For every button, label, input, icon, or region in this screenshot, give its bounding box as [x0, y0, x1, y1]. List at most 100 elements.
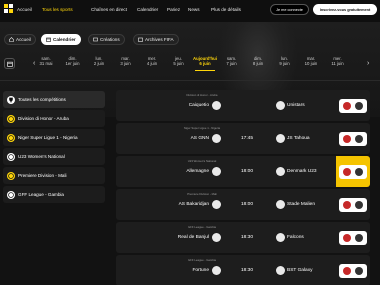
- date-item[interactable]: mer. 4 juin: [139, 56, 165, 66]
- login-button[interactable]: Je me connecte: [270, 4, 309, 15]
- soccer-ball-icon: [7, 171, 15, 180]
- nav-item-news[interactable]: News: [188, 7, 200, 12]
- home-team: Real de Banjul: [177, 235, 209, 240]
- tab-label: Accueil: [16, 37, 31, 42]
- date-item[interactable]: mar. 10 juin: [298, 56, 324, 66]
- team-badge-icon: [343, 233, 351, 242]
- date-item[interactable]: mer. 11 juin: [325, 56, 351, 66]
- promo-card: [339, 230, 367, 245]
- tab-creations[interactable]: Créations: [88, 34, 125, 45]
- team-badge-icon: [355, 101, 363, 110]
- away-team: Unistars: [287, 103, 305, 108]
- date-item[interactable]: dim. 1er juin: [60, 56, 86, 66]
- match-promo-thumbnail[interactable]: [336, 189, 370, 220]
- date-item[interactable]: Aujourd'hui 6 juin: [192, 56, 218, 71]
- match-promo-thumbnail[interactable]: [336, 156, 370, 187]
- team-badge-icon: [343, 200, 351, 209]
- calendar-picker-button[interactable]: [4, 58, 15, 69]
- home-team: Allemagne: [186, 169, 209, 174]
- competition-label: Toutes les compétitions: [18, 97, 66, 102]
- competition-item[interactable]: Division di Honor - Aruba: [3, 110, 105, 127]
- match-promo-thumbnail[interactable]: [336, 123, 370, 154]
- team-badge-icon: [355, 134, 363, 143]
- date-number: 6 juin: [199, 61, 211, 67]
- home-team: Caiquetio: [188, 103, 209, 108]
- nav-item-bet[interactable]: Pariez: [167, 7, 180, 12]
- date-item[interactable]: sam. 31 mai: [33, 56, 59, 66]
- competition-item[interactable]: Toutes les compétitions: [3, 91, 105, 108]
- promo-card: [339, 131, 367, 146]
- tab-label: Archives FIFA: [145, 37, 174, 42]
- soccer-ball-icon: [7, 133, 15, 142]
- match-promo-thumbnail[interactable]: [336, 255, 370, 285]
- active-date-underline: [195, 69, 215, 71]
- match-card[interactable]: GFF League - Gambia Fortune 18:30 BST Galax…: [116, 255, 370, 285]
- logo-icon[interactable]: [4, 4, 14, 14]
- competition-item[interactable]: Niger Super Ligue 1 - Nigeria: [3, 129, 105, 146]
- match-card[interactable]: U23 Women's National Allemagne 18:00 Denmar…: [116, 156, 370, 187]
- chevron-right-icon[interactable]: ›: [367, 60, 369, 67]
- date-number: 8 juin: [252, 61, 264, 67]
- team-badge-icon: [343, 134, 351, 143]
- match-card[interactable]: Niger Super Ligue 1 - Nigeria AS GNN 17:45…: [116, 123, 370, 154]
- date-item[interactable]: dim. 8 juin: [245, 56, 271, 66]
- home-team-crest-icon: [212, 200, 221, 209]
- competition-label: Premiere Division - Mali: [18, 173, 67, 178]
- home-team-crest-icon: [212, 167, 221, 176]
- home-team: Fortune: [192, 268, 209, 273]
- competition-label: Niger Super Ligue 1 - Nigeria: [18, 135, 78, 140]
- team-badge-icon: [355, 167, 363, 176]
- competition-item[interactable]: GFF League - Gambia: [3, 186, 105, 203]
- away-team: JS Tahoua: [287, 136, 310, 141]
- match-league: Division di Honor - Aruba: [186, 93, 218, 97]
- match-promo-thumbnail[interactable]: [336, 222, 370, 253]
- date-number: 3 juin: [120, 61, 131, 67]
- away-team: Denmark U23: [287, 169, 317, 174]
- match-card[interactable]: GFF League - Gambia Real de Banjul 18:30 Fa…: [116, 222, 370, 253]
- date-item[interactable]: jeu. 5 juin: [166, 56, 192, 66]
- nav-item-calendar[interactable]: Calendrier: [137, 7, 158, 12]
- trophy-icon: [7, 95, 15, 104]
- home-team-crest-icon: [212, 134, 221, 143]
- nav-item-home[interactable]: Accueil: [17, 7, 32, 12]
- match-promo-thumbnail[interactable]: [336, 90, 370, 121]
- date-number: 9 juin: [279, 61, 290, 67]
- match-card[interactable]: Division di Honor - Aruba Caiquetio Unista…: [116, 90, 370, 121]
- soccer-ball-icon: [7, 152, 15, 161]
- match-time: 18:00: [240, 202, 253, 207]
- tab-home[interactable]: Accueil: [4, 34, 36, 45]
- play-icon: [93, 37, 98, 42]
- date-item[interactable]: lun. 9 juin: [272, 56, 298, 66]
- register-button[interactable]: Inscrivez-vous gratuitement: [313, 4, 377, 15]
- tab-calendar[interactable]: Calendrier: [41, 34, 81, 45]
- competition-item[interactable]: U23 Women's National: [3, 148, 105, 165]
- competition-item[interactable]: Premiere Division - Mali: [3, 167, 105, 184]
- nav-item-more[interactable]: Plus de détails: [211, 7, 241, 12]
- date-number: 4 juin: [146, 61, 158, 67]
- match-time: 17:45: [240, 136, 253, 141]
- away-team-crest-icon: [276, 101, 285, 110]
- home-team: AS GNN: [190, 136, 209, 141]
- archive-icon: [138, 37, 143, 42]
- home-team-crest-icon: [212, 233, 221, 242]
- date-number: 11 juin: [331, 61, 344, 67]
- match-league: GFF League - Gambia: [188, 258, 216, 262]
- date-number: 1er juin: [65, 61, 80, 67]
- date-item[interactable]: lun. 2 juin: [86, 56, 112, 66]
- date-number: 10 juin: [304, 61, 318, 67]
- away-team: BST Galaxy: [287, 268, 313, 273]
- date-number: 5 juin: [173, 61, 184, 67]
- date-item[interactable]: mar. 3 juin: [113, 56, 139, 66]
- competition-label: Division di Honor - Aruba: [18, 116, 69, 121]
- calendar-icon: [6, 61, 13, 67]
- soccer-ball-icon: [7, 114, 15, 123]
- tab-fifa-archives[interactable]: Archives FIFA: [133, 34, 179, 45]
- nav-item-all-sports[interactable]: Tous les sports: [42, 7, 73, 12]
- match-card[interactable]: Premiere Division - Mali AS Bakaridjan 18:…: [116, 189, 370, 220]
- nav-item-live-channels[interactable]: Chaînes en direct: [91, 7, 127, 12]
- date-item[interactable]: sam. 7 juin: [219, 56, 245, 66]
- match-time: 18:00: [240, 169, 253, 174]
- match-league: Premiere Division - Mali: [187, 192, 217, 196]
- competition-label: U23 Women's National: [18, 154, 65, 159]
- team-badge-icon: [355, 266, 363, 275]
